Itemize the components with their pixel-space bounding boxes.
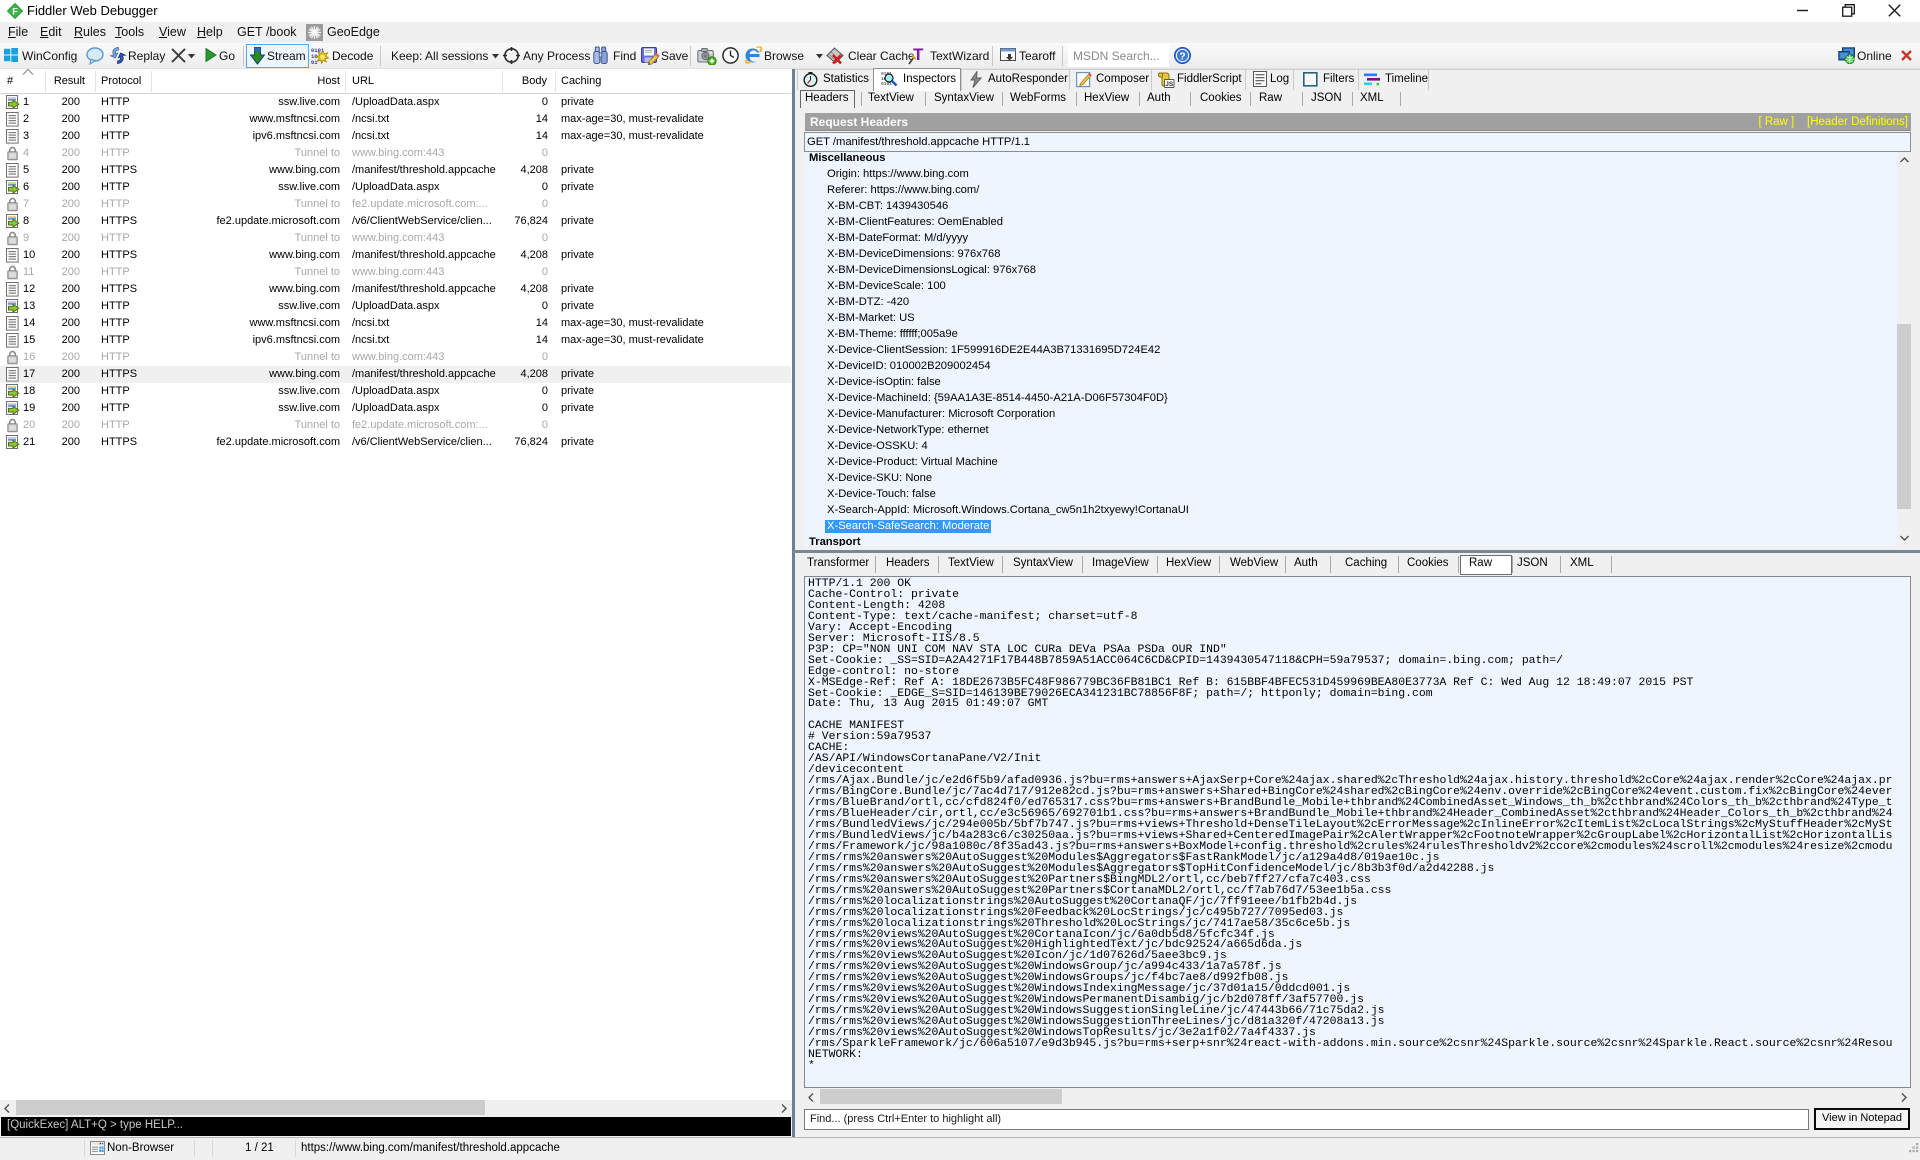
svg-text:01: 01: [311, 59, 318, 65]
svg-text:F: F: [12, 7, 18, 17]
svg-text:JS: JS: [1165, 81, 1174, 88]
svg-text:?: ?: [1179, 51, 1185, 63]
